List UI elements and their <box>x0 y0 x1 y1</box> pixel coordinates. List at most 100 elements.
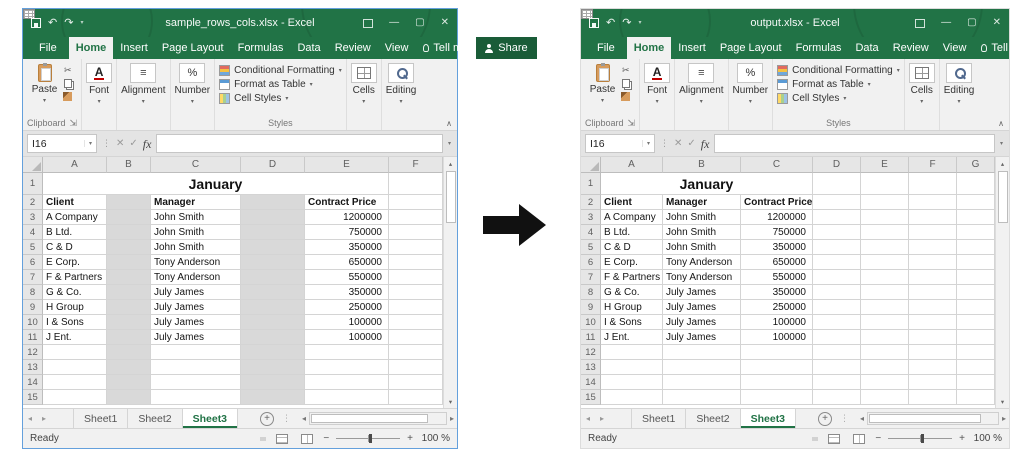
cell[interactable] <box>107 240 151 255</box>
cell[interactable] <box>957 360 995 375</box>
cell[interactable] <box>813 300 861 315</box>
cell[interactable]: 250000 <box>741 300 813 315</box>
cell[interactable] <box>241 300 305 315</box>
cell[interactable]: 350000 <box>305 285 389 300</box>
menu-tab-view[interactable]: View <box>378 37 416 59</box>
cell[interactable] <box>389 375 443 390</box>
cell[interactable] <box>861 240 909 255</box>
cell[interactable]: F & Partners <box>43 270 107 285</box>
cell[interactable]: 1200000 <box>305 210 389 225</box>
chevron-down-icon[interactable]: ▾ <box>84 140 92 147</box>
hscroll-right-icon[interactable]: ▸ <box>999 414 1009 423</box>
cell[interactable]: John Smith <box>663 225 741 240</box>
cell[interactable] <box>909 255 957 270</box>
format-painter-icon[interactable] <box>63 92 72 101</box>
cell[interactable]: B Ltd. <box>601 225 663 240</box>
cell[interactable] <box>861 285 909 300</box>
cell[interactable] <box>305 390 389 405</box>
cell[interactable]: C & D <box>43 240 107 255</box>
cell[interactable] <box>107 195 151 210</box>
row-header-1[interactable]: 1 <box>581 173 601 195</box>
paste-button[interactable]: Paste ▾ <box>590 63 616 116</box>
row-header-2[interactable]: 2 <box>581 195 601 210</box>
minimize-icon[interactable]: — <box>389 18 399 28</box>
copy-icon[interactable] <box>622 79 630 88</box>
cell[interactable] <box>813 330 861 345</box>
chevron-down-icon[interactable]: ▾ <box>642 140 650 147</box>
column-header-e[interactable]: E <box>861 157 909 173</box>
cell[interactable]: July James <box>663 330 741 345</box>
cell[interactable]: 100000 <box>741 330 813 345</box>
cell[interactable]: Tony Anderson <box>151 270 241 285</box>
cell[interactable]: J Ent. <box>601 330 663 345</box>
cell[interactable]: A Company <box>43 210 107 225</box>
cell[interactable] <box>389 315 443 330</box>
row-header-12[interactable]: 12 <box>581 345 601 360</box>
cell[interactable] <box>957 255 995 270</box>
cell[interactable]: Manager <box>151 195 241 210</box>
cell[interactable] <box>241 285 305 300</box>
cell[interactable] <box>861 360 909 375</box>
tab-bar-splitter-icon[interactable]: ⋮ <box>282 413 291 424</box>
undo-icon[interactable]: ↶ <box>48 18 57 29</box>
cell[interactable]: Contract Price <box>305 195 389 210</box>
cell[interactable] <box>389 210 443 225</box>
cell[interactable] <box>389 173 443 195</box>
cell[interactable]: July James <box>151 300 241 315</box>
cell[interactable]: John Smith <box>151 240 241 255</box>
cell[interactable] <box>909 345 957 360</box>
cell[interactable] <box>909 360 957 375</box>
cell[interactable]: July James <box>663 315 741 330</box>
cell[interactable] <box>861 375 909 390</box>
cell[interactable] <box>107 330 151 345</box>
row-header-11[interactable]: 11 <box>581 330 601 345</box>
cell[interactable] <box>813 173 861 195</box>
close-icon[interactable]: ✕ <box>441 18 449 28</box>
cell[interactable] <box>43 360 107 375</box>
scrollbar-thumb[interactable] <box>446 171 456 223</box>
add-sheet-icon[interactable]: + <box>260 412 274 426</box>
cell[interactable] <box>389 225 443 240</box>
cell[interactable]: Tony Anderson <box>663 255 741 270</box>
cell[interactable]: J Ent. <box>43 330 107 345</box>
cell[interactable] <box>813 255 861 270</box>
cell[interactable] <box>957 270 995 285</box>
cell[interactable]: 350000 <box>741 285 813 300</box>
cell[interactable] <box>909 285 957 300</box>
cells-button[interactable]: Cells ▾ <box>351 63 377 116</box>
normal-view-button[interactable] <box>812 437 818 441</box>
cell[interactable] <box>43 345 107 360</box>
close-icon[interactable]: ✕ <box>993 18 1001 28</box>
cell[interactable]: 100000 <box>741 315 813 330</box>
qat-customize-icon[interactable]: ▾ <box>638 20 641 26</box>
zoom-level[interactable]: 100 % <box>420 433 450 444</box>
cell[interactable]: F & Partners <box>601 270 663 285</box>
normal-view-button[interactable] <box>260 437 266 441</box>
cell[interactable] <box>957 240 995 255</box>
row-header-7[interactable]: 7 <box>581 270 601 285</box>
cell[interactable] <box>601 375 663 390</box>
menu-tab-formulas[interactable]: Formulas <box>789 37 849 59</box>
sheet-nav-right-icon[interactable]: ▸ <box>37 409 51 428</box>
cell[interactable] <box>107 225 151 240</box>
cell[interactable] <box>957 315 995 330</box>
cell[interactable] <box>813 375 861 390</box>
cell[interactable] <box>151 360 241 375</box>
save-icon[interactable] <box>31 18 41 28</box>
enter-icon[interactable]: ✓ <box>687 139 695 149</box>
cell[interactable] <box>957 375 995 390</box>
page-break-view-button[interactable] <box>298 432 316 446</box>
row-header-11[interactable]: 11 <box>23 330 43 345</box>
cell[interactable]: 650000 <box>741 255 813 270</box>
column-header-b[interactable]: B <box>107 157 151 173</box>
cell[interactable] <box>813 360 861 375</box>
sheet-nav-left-icon[interactable]: ◂ <box>23 409 37 428</box>
cell[interactable] <box>909 225 957 240</box>
row-header-7[interactable]: 7 <box>23 270 43 285</box>
cell[interactable] <box>241 240 305 255</box>
cell[interactable]: E Corp. <box>43 255 107 270</box>
cut-icon[interactable]: ✂ <box>622 66 630 75</box>
cell[interactable] <box>861 225 909 240</box>
zoom-level[interactable]: 100 % <box>972 433 1002 444</box>
cell[interactable] <box>389 255 443 270</box>
